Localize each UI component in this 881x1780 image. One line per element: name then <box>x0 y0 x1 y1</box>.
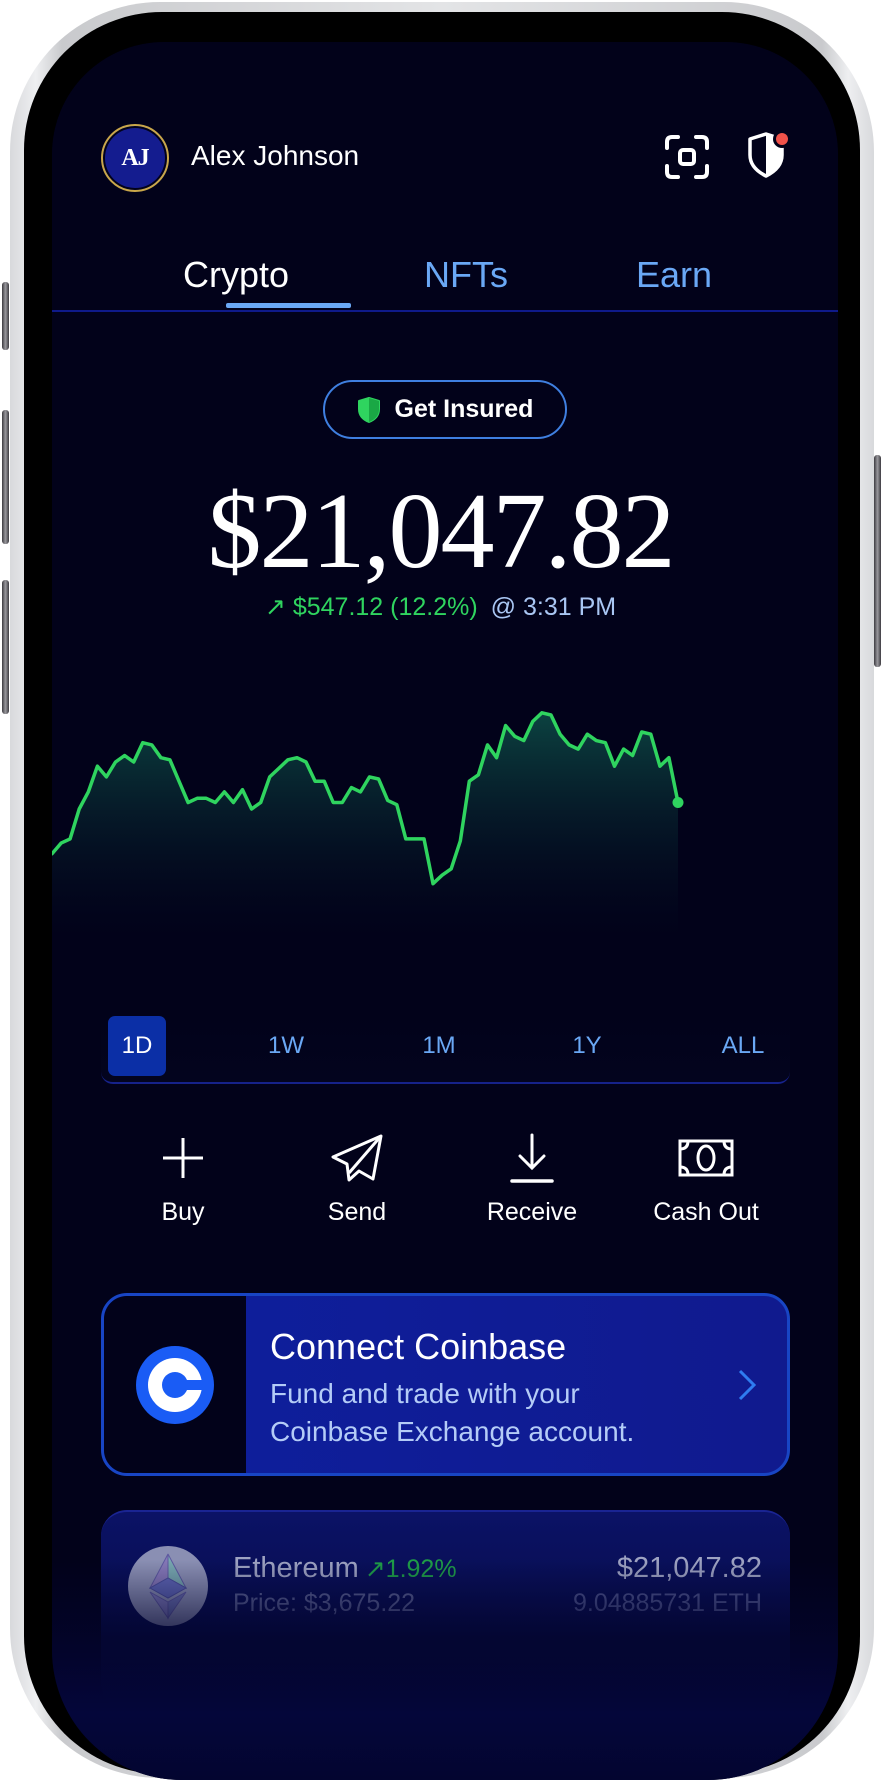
send-label: Send <box>327 1198 387 1226</box>
chart-current-point <box>672 797 684 809</box>
buy-button[interactable]: Buy <box>113 1128 253 1227</box>
mute-switch <box>2 282 9 350</box>
asset-change: ↗1.92% <box>364 1555 457 1583</box>
chart-area-fill <box>52 712 678 940</box>
cash-out-button[interactable]: Cash Out <box>636 1128 776 1227</box>
tab-earn[interactable]: Earn <box>636 254 712 296</box>
notification-dot <box>776 133 788 145</box>
avatar-initials: AJ <box>121 144 149 171</box>
tab-bar: Crypto NFTs Earn <box>52 250 838 312</box>
timeframe-all[interactable]: ALL <box>714 1016 772 1076</box>
coinbase-card-title: Connect Coinbase <box>270 1326 567 1367</box>
coinbase-card-description: Fund and trade with your Coinbase Exchan… <box>270 1375 634 1451</box>
timeframe-1w[interactable]: 1W <box>257 1016 315 1076</box>
shield-alert-icon <box>748 130 791 178</box>
asset-name: Ethereum ↗1.92% <box>233 1552 457 1585</box>
asset-price: Price: $3,675.22 <box>233 1589 416 1617</box>
cash-out-label: Cash Out <box>653 1198 759 1226</box>
user-name[interactable]: Alex Johnson <box>191 140 359 172</box>
tab-nfts[interactable]: NFTs <box>424 254 508 296</box>
timeframe-1y[interactable]: 1Y <box>558 1016 616 1076</box>
scan-button[interactable] <box>661 131 713 183</box>
buy-label: Buy <box>161 1198 205 1226</box>
send-button[interactable]: Send <box>287 1128 427 1227</box>
paper-plane-icon <box>331 1134 383 1182</box>
asset-amount: 9.04885731 ETH <box>572 1589 762 1617</box>
get-insured-button[interactable]: Get Insured <box>323 380 567 439</box>
change-arrow-icon: ↗ <box>264 593 286 621</box>
coinbase-icon-panel <box>104 1296 246 1473</box>
receive-label: Receive <box>486 1198 578 1226</box>
coinbase-logo-icon <box>136 1345 214 1424</box>
coinbase-desc-line-2: Coinbase Exchange account. <box>270 1416 635 1447</box>
active-tab-indicator <box>226 303 351 308</box>
ethereum-logo-icon <box>128 1546 208 1626</box>
download-icon <box>510 1133 554 1183</box>
scan-icon <box>665 135 709 179</box>
portfolio-chart[interactable] <box>52 680 838 940</box>
plus-icon <box>163 1138 203 1178</box>
change-timestamp: @ 3:31 PM <box>490 593 617 621</box>
shield-icon <box>357 396 380 423</box>
change-amount: $547.12 (12.2%) <box>292 593 478 621</box>
balance-change: ↗ $547.12 (12.2%) @ 3:31 PM <box>0 592 881 622</box>
asset-row-ethereum[interactable]: Ethereum ↗1.92% Price: $3,675.22 $21,047.… <box>101 1510 790 1710</box>
timeframe-1m[interactable]: 1M <box>410 1016 468 1076</box>
timeframe-1d[interactable]: 1D <box>108 1016 166 1076</box>
cash-icon <box>678 1139 734 1177</box>
connect-coinbase-card[interactable]: Connect Coinbase Fund and trade with you… <box>101 1293 790 1476</box>
get-insured-label: Get Insured <box>394 395 534 423</box>
asset-value: $21,047.82 <box>616 1552 762 1584</box>
avatar[interactable]: AJ <box>101 124 169 192</box>
portfolio-balance: $21,047.82 <box>207 472 676 591</box>
asset-name-text: Ethereum <box>233 1552 359 1584</box>
tab-crypto[interactable]: Crypto <box>183 254 289 296</box>
coinbase-desc-line-1: Fund and trade with your <box>270 1378 580 1409</box>
timeframe-selector: 1D 1W 1M 1Y ALL <box>101 1010 790 1084</box>
chevron-right-icon <box>738 1369 757 1401</box>
security-button[interactable] <box>745 128 797 180</box>
receive-button[interactable]: Receive <box>462 1128 602 1227</box>
